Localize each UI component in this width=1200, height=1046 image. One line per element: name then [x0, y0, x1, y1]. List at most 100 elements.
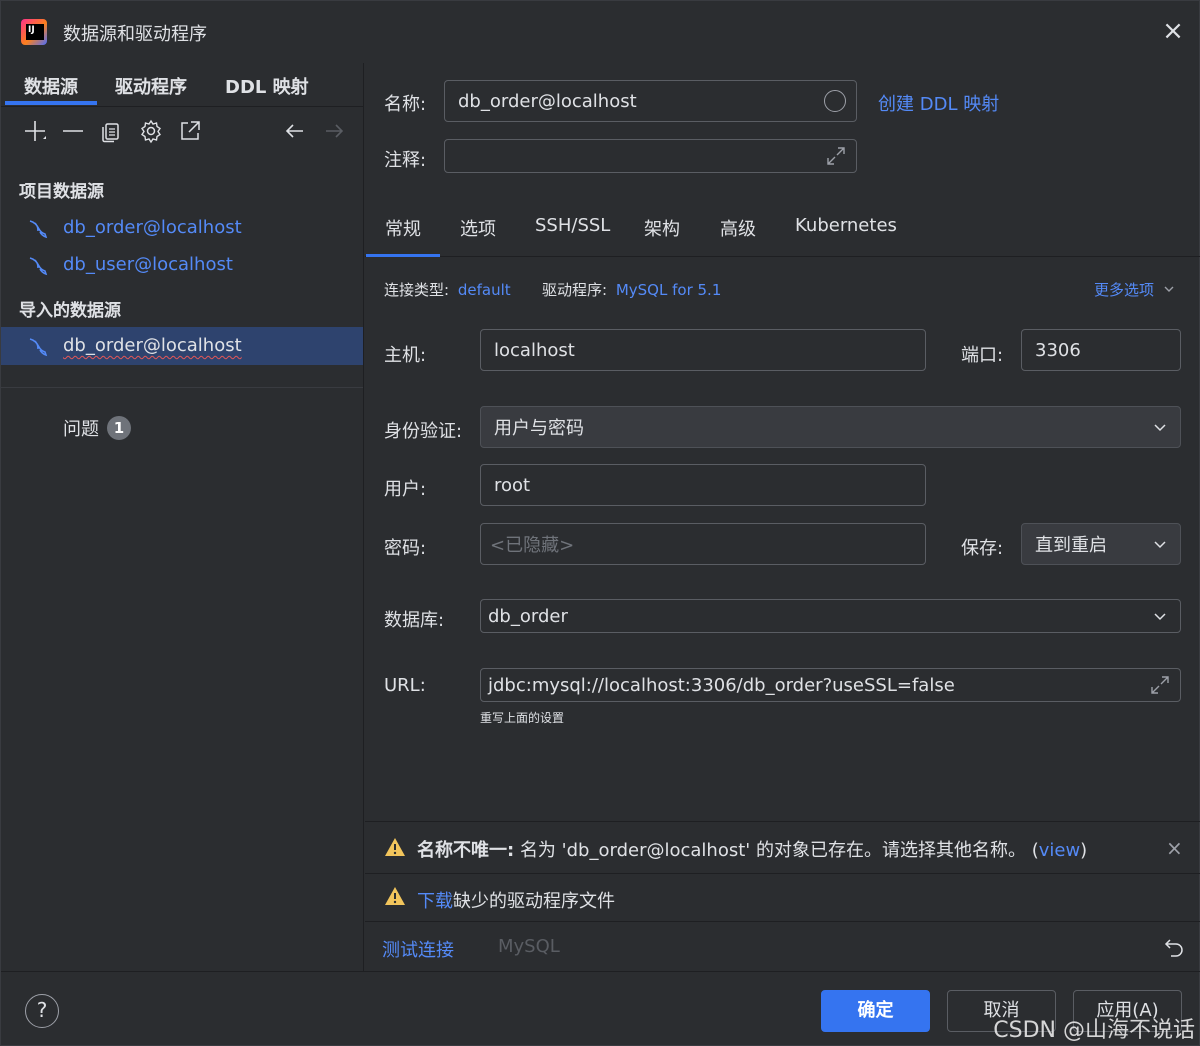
tab-options[interactable]: 选项 [460, 215, 496, 241]
url-hint: 重写上面的设置 [480, 711, 565, 725]
database-label: 数据库: [384, 610, 445, 631]
save-select[interactable]: 直到重启 [1021, 523, 1181, 565]
mysql-dolphin-icon [29, 257, 48, 276]
problems-count-badge: 1 [107, 416, 131, 440]
port-value: 3306 [1035, 339, 1081, 361]
driver-warning-text: 下载缺少的驱动程序文件 [417, 887, 615, 913]
title-bar: 数据源和驱动程序 × [1, 1, 1199, 63]
view-link[interactable]: view [1039, 840, 1080, 861]
close-icon[interactable]: × [1166, 836, 1183, 860]
left-divider [1, 387, 363, 388]
driver-label: 驱动程序: [542, 281, 608, 299]
mysql-dolphin-icon [29, 220, 48, 239]
tab-advanced[interactable]: 高级 [720, 215, 756, 241]
expand-icon[interactable] [1148, 673, 1172, 697]
undo-icon[interactable] [1162, 935, 1186, 959]
driver-link[interactable]: MySQL for 5.1 [616, 281, 722, 299]
left-panel: 数据源 驱动程序 DDL 映射 项目数据源 db_order@localhost… [1, 63, 364, 971]
data-source-label: db_user@localhost [63, 254, 233, 275]
download-text: 缺少的驱动程序文件 [453, 891, 615, 912]
test-connection-bar: 测试连接 MySQL [365, 921, 1200, 971]
connection-type-row: 连接类型: default [384, 279, 511, 300]
left-toolbar [1, 118, 363, 150]
host-input[interactable]: localhost [480, 329, 926, 371]
data-source-label: db_order@localhost [63, 217, 242, 238]
back-arrow-icon[interactable] [282, 118, 308, 144]
comment-field[interactable] [444, 139, 857, 173]
tab-kubernetes[interactable]: Kubernetes [795, 215, 897, 236]
chevron-down-icon [1163, 281, 1175, 299]
problems-link[interactable]: 问题 1 [63, 415, 131, 441]
name-label: 名称: [384, 94, 427, 115]
auth-select[interactable]: 用户与密码 [480, 406, 1181, 448]
user-label: 用户: [384, 479, 427, 500]
name-warning-text: 名称不唯一: 名为 'db_order@localhost' 的对象已存在。请选… [417, 836, 1087, 862]
name-warning-pre: 名为 [519, 840, 556, 861]
warning-icon [385, 838, 405, 856]
remove-icon[interactable] [60, 118, 86, 144]
data-source-item-selected[interactable]: db_order@localhost [1, 327, 363, 365]
port-input[interactable]: 3306 [1021, 329, 1181, 371]
expand-icon[interactable] [824, 144, 848, 168]
warning-icon [385, 887, 405, 905]
gear-icon[interactable] [138, 118, 164, 144]
name-field[interactable]: db_order@localhost [444, 80, 857, 122]
database-combo[interactable]: db_order [480, 599, 1181, 633]
host-label: 主机: [384, 345, 427, 366]
color-circle-icon[interactable] [824, 90, 846, 112]
window-title: 数据源和驱动程序 [63, 24, 207, 45]
driver-warning-banner: 下载缺少的驱动程序文件 [365, 873, 1200, 921]
name-warning-quoted: 'db_order@localhost' [561, 840, 751, 861]
url-value: jdbc:mysql://localhost:3306/db_order?use… [488, 674, 955, 696]
create-ddl-mapping-link[interactable]: 创建 DDL 映射 [878, 90, 999, 116]
connection-type-label: 连接类型: [384, 281, 450, 299]
user-value: root [494, 474, 531, 496]
chevron-down-icon [1154, 613, 1166, 621]
chevron-down-icon [1154, 424, 1166, 432]
export-icon[interactable] [177, 118, 203, 144]
driver-row: 驱动程序: MySQL for 5.1 [542, 279, 721, 300]
problems-label: 问题 [63, 419, 99, 440]
ok-button[interactable]: 确定 [821, 990, 930, 1032]
data-source-label: db_order@localhost [63, 335, 242, 356]
forward-arrow-icon[interactable] [321, 118, 347, 144]
user-input[interactable]: root [480, 464, 926, 506]
more-options-label: 更多选项 [1094, 281, 1155, 299]
tab-ssh-ssl[interactable]: SSH/SSL [535, 215, 610, 236]
name-warning-title: 名称不唯一: [417, 840, 515, 861]
password-placeholder: <已隐藏> [490, 535, 575, 556]
tab-data-sources[interactable]: 数据源 [5, 73, 97, 105]
data-source-item[interactable]: db_order@localhost [1, 209, 363, 247]
host-value: localhost [494, 339, 575, 361]
comment-label: 注释: [384, 150, 427, 171]
settings-tab-bar: 常规 选项 SSH/SSL 架构 高级 Kubernetes [365, 203, 1200, 257]
project-data-sources-heading: 项目数据源 [19, 182, 104, 202]
tab-schemas[interactable]: 架构 [644, 215, 680, 241]
help-button[interactable]: ? [25, 994, 59, 1028]
port-label: 端口: [961, 345, 1004, 366]
mysql-dolphin-icon [29, 338, 48, 357]
view-open-paren: ( [1031, 840, 1039, 861]
url-label: URL: [384, 675, 426, 696]
close-icon[interactable]: × [1161, 18, 1185, 44]
add-icon[interactable] [22, 118, 48, 144]
chevron-down-icon [1154, 541, 1166, 549]
password-input[interactable]: <已隐藏> [480, 523, 926, 565]
tab-drivers[interactable]: 驱动程序 [115, 73, 187, 99]
connection-type-link[interactable]: default [458, 281, 511, 299]
auth-value: 用户与密码 [494, 418, 584, 439]
save-label: 保存: [961, 538, 1004, 559]
data-source-item[interactable]: db_user@localhost [1, 246, 363, 284]
tab-general[interactable]: 常规 [366, 215, 440, 257]
watermark-text: CSDN @山海不说话 [993, 1018, 1195, 1043]
database-value: db_order [488, 605, 568, 627]
name-value: db_order@localhost [458, 90, 637, 112]
duplicate-icon[interactable] [99, 118, 125, 144]
test-connection-link[interactable]: 测试连接 [382, 936, 454, 962]
tab-ddl-mappings[interactable]: DDL 映射 [225, 73, 309, 99]
dialog-footer: ? 确定 取消 应用(A) CSDN @山海不说话 [1, 971, 1200, 1046]
more-options-link[interactable]: 更多选项 [1094, 279, 1175, 300]
app-logo-icon [21, 19, 47, 45]
download-link[interactable]: 下载 [417, 891, 453, 912]
url-input[interactable]: jdbc:mysql://localhost:3306/db_order?use… [480, 668, 1181, 702]
